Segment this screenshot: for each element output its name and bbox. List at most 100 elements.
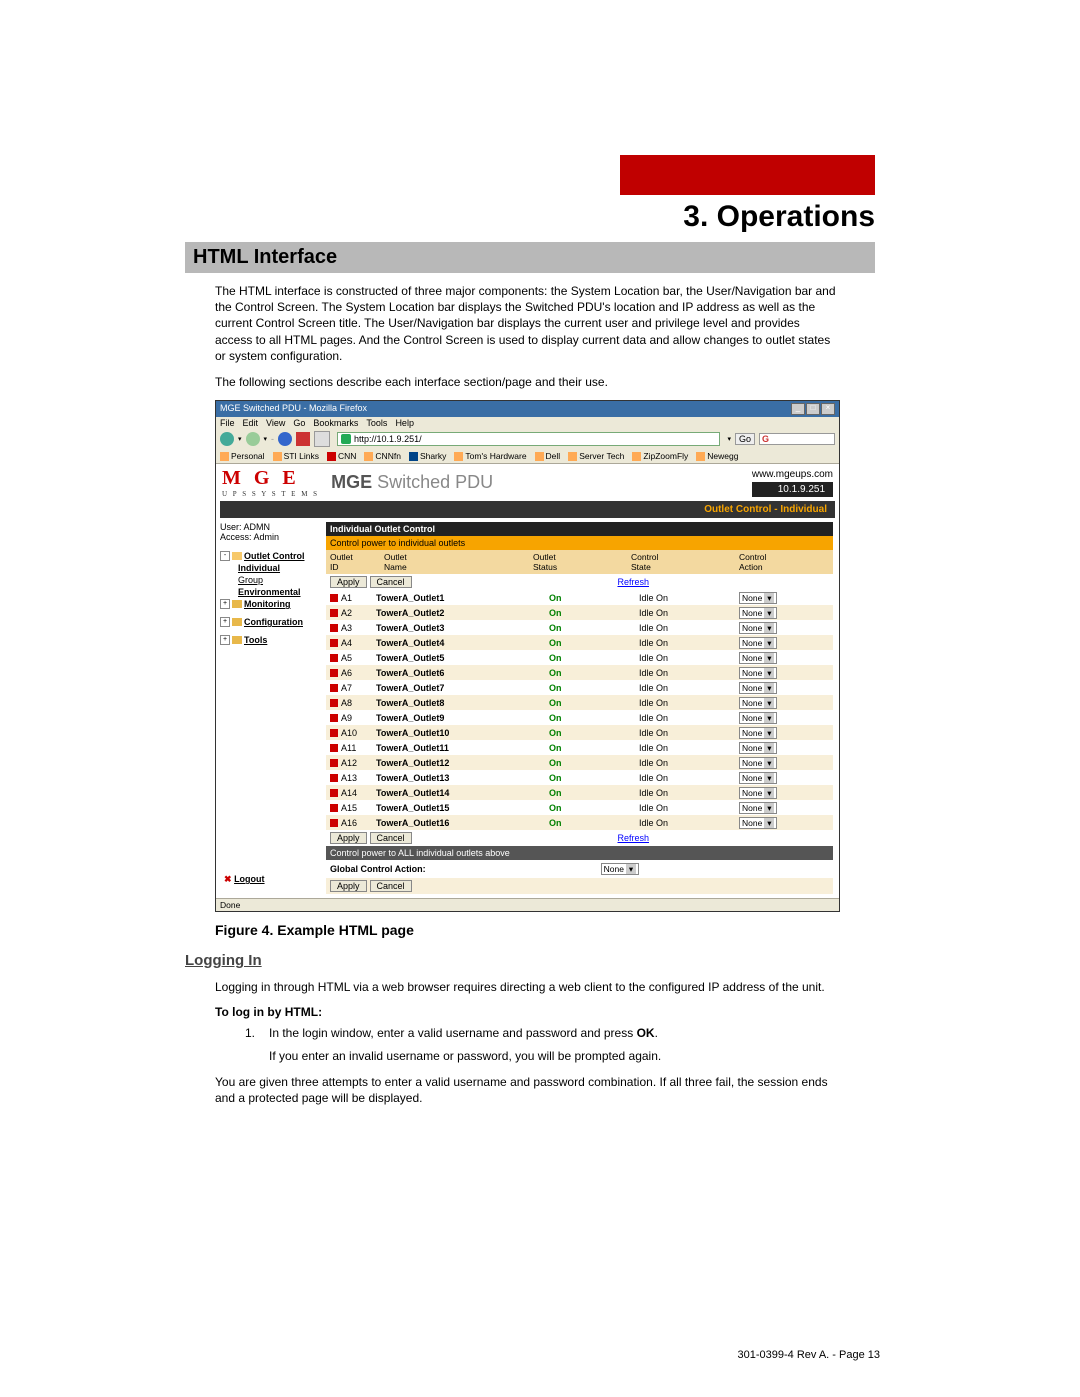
outlet-row: A16TowerA_Outlet16OnIdle OnNone▾ bbox=[326, 815, 833, 830]
control-action-select[interactable]: None▾ bbox=[739, 592, 777, 604]
close-icon[interactable]: × bbox=[821, 403, 835, 415]
outlet-row: A8TowerA_Outlet8OnIdle OnNone▾ bbox=[326, 695, 833, 710]
control-action-select[interactable]: None▾ bbox=[739, 787, 777, 799]
bm-newegg[interactable]: Newegg bbox=[696, 451, 738, 461]
dropdown-icon: ▾ bbox=[764, 608, 774, 618]
global-action-select[interactable]: None▾ bbox=[601, 863, 639, 875]
firefox-menubar[interactable]: File Edit View Go Bookmarks Tools Help bbox=[216, 417, 839, 429]
cancel-button[interactable]: Cancel bbox=[370, 832, 412, 844]
nav-monitoring[interactable]: +Monitoring bbox=[220, 598, 320, 610]
control-action-select[interactable]: None▾ bbox=[739, 757, 777, 769]
menu-edit[interactable]: Edit bbox=[243, 418, 259, 428]
logging-in-text: Logging in through HTML via a web browse… bbox=[215, 979, 840, 995]
firefox-titlebar: MGE Switched PDU - Mozilla Firefox _□× bbox=[216, 401, 839, 417]
nav-group[interactable]: Group bbox=[220, 574, 320, 586]
bookmarks-bar[interactable]: Personal STI Links CNN CNNfn Sharky Tom'… bbox=[216, 449, 839, 464]
search-box[interactable]: G bbox=[759, 433, 835, 445]
control-action-select[interactable]: None▾ bbox=[739, 712, 777, 724]
go-button[interactable]: Go bbox=[735, 433, 755, 445]
apply-button[interactable]: Apply bbox=[330, 832, 367, 844]
apply-button[interactable]: Apply bbox=[330, 880, 367, 892]
menu-help[interactable]: Help bbox=[395, 418, 414, 428]
menu-file[interactable]: File bbox=[220, 418, 235, 428]
forward-icon[interactable] bbox=[246, 432, 260, 446]
reload-icon[interactable] bbox=[278, 432, 292, 446]
bookmark-icon bbox=[696, 452, 705, 461]
google-icon: G bbox=[762, 434, 769, 444]
refresh-link[interactable]: Refresh bbox=[617, 577, 649, 587]
bm-zzf[interactable]: ZipZoomFly bbox=[632, 451, 688, 461]
outlet-row: A3TowerA_Outlet3OnIdle OnNone▾ bbox=[326, 620, 833, 635]
folder-icon bbox=[232, 600, 242, 608]
nav-individual[interactable]: Individual bbox=[220, 562, 320, 574]
sidebar: User: ADMN Access: Admin -Outlet Control… bbox=[216, 518, 324, 898]
status-dot-icon bbox=[330, 594, 338, 602]
dropdown-icon: ▾ bbox=[764, 728, 774, 738]
control-action-select[interactable]: None▾ bbox=[739, 697, 777, 709]
dropdown-icon: ▾ bbox=[764, 683, 774, 693]
url-bar[interactable]: http://10.1.9.251/ bbox=[337, 432, 720, 446]
bookmark-icon bbox=[454, 452, 463, 461]
refresh-link[interactable]: Refresh bbox=[617, 833, 649, 843]
firefox-statusbar: Done bbox=[216, 898, 839, 911]
back-icon[interactable] bbox=[220, 432, 234, 446]
outlet-status: On bbox=[549, 653, 639, 663]
control-action-select[interactable]: None▾ bbox=[739, 607, 777, 619]
control-action-select[interactable]: None▾ bbox=[739, 667, 777, 679]
bm-servertech[interactable]: Server Tech bbox=[568, 451, 624, 461]
bm-toms[interactable]: Tom's Hardware bbox=[454, 451, 526, 461]
maximize-icon[interactable]: □ bbox=[806, 403, 820, 415]
dropdown-icon: ▾ bbox=[764, 818, 774, 828]
outlet-id: A14 bbox=[341, 788, 376, 798]
outlet-name: TowerA_Outlet13 bbox=[376, 773, 549, 783]
menu-bookmarks[interactable]: Bookmarks bbox=[313, 418, 358, 428]
control-state: Idle On bbox=[639, 818, 739, 828]
control-action-select[interactable]: None▾ bbox=[739, 637, 777, 649]
stop-icon[interactable] bbox=[296, 432, 310, 446]
outlet-id: A6 bbox=[341, 668, 376, 678]
bm-personal[interactable]: Personal bbox=[220, 451, 265, 461]
device-ip: 10.1.9.251 bbox=[752, 482, 833, 497]
logout-link[interactable]: ✖ Logout bbox=[220, 866, 320, 893]
outlet-row: A5TowerA_Outlet5OnIdle OnNone▾ bbox=[326, 650, 833, 665]
control-state: Idle On bbox=[639, 803, 739, 813]
control-action-select[interactable]: None▾ bbox=[739, 727, 777, 739]
control-action-select[interactable]: None▾ bbox=[739, 652, 777, 664]
cancel-button[interactable]: Cancel bbox=[370, 880, 412, 892]
nav-environmental[interactable]: Environmental bbox=[220, 586, 320, 598]
expand-icon[interactable]: + bbox=[220, 617, 230, 627]
outlet-id: A5 bbox=[341, 653, 376, 663]
menu-view[interactable]: View bbox=[266, 418, 285, 428]
control-action-select[interactable]: None▾ bbox=[739, 817, 777, 829]
collapse-icon[interactable]: - bbox=[220, 551, 230, 561]
cancel-button[interactable]: Cancel bbox=[370, 576, 412, 588]
control-action-select[interactable]: None▾ bbox=[739, 622, 777, 634]
outlet-row: A13TowerA_Outlet13OnIdle OnNone▾ bbox=[326, 770, 833, 785]
apply-cancel-row-top: Apply Cancel Refresh bbox=[326, 574, 833, 590]
control-action-select[interactable]: None▾ bbox=[739, 682, 777, 694]
dropdown-icon: ▾ bbox=[764, 593, 774, 603]
expand-icon[interactable]: + bbox=[220, 599, 230, 609]
expand-icon[interactable]: + bbox=[220, 635, 230, 645]
minimize-icon[interactable]: _ bbox=[791, 403, 805, 415]
control-action-select[interactable]: None▾ bbox=[739, 742, 777, 754]
nav-outlet-control[interactable]: -Outlet Control bbox=[220, 550, 320, 562]
apply-button[interactable]: Apply bbox=[330, 576, 367, 588]
menu-tools[interactable]: Tools bbox=[366, 418, 387, 428]
bm-cnnfn[interactable]: CNNfn bbox=[364, 451, 401, 461]
window-buttons[interactable]: _□× bbox=[791, 403, 835, 415]
home-icon[interactable] bbox=[314, 431, 330, 447]
dropdown-icon: ▾ bbox=[764, 638, 774, 648]
control-action-select[interactable]: None▾ bbox=[739, 802, 777, 814]
bm-sharky[interactable]: Sharky bbox=[409, 451, 446, 461]
menu-go[interactable]: Go bbox=[293, 418, 305, 428]
bm-stilinks[interactable]: STI Links bbox=[273, 451, 319, 461]
nav-configuration[interactable]: +Configuration bbox=[220, 616, 320, 628]
page-footer: 301-0399-4 Rev A. - Page 13 bbox=[738, 1349, 880, 1361]
bm-cnn[interactable]: CNN bbox=[327, 451, 356, 461]
bm-dell[interactable]: Dell bbox=[535, 451, 561, 461]
bookmark-icon bbox=[568, 452, 577, 461]
outlet-name: TowerA_Outlet4 bbox=[376, 638, 549, 648]
nav-tools[interactable]: +Tools bbox=[220, 634, 320, 646]
control-action-select[interactable]: None▾ bbox=[739, 772, 777, 784]
